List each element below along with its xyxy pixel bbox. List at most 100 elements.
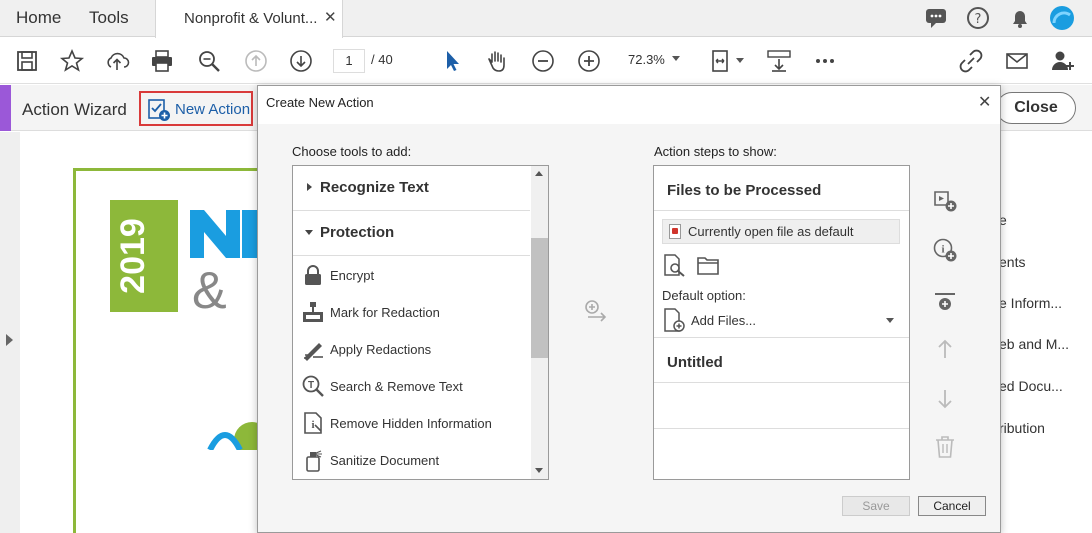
avatar[interactable]: [1050, 6, 1074, 30]
current-file-row[interactable]: Currently open file as default: [662, 219, 900, 244]
save-button[interactable]: Save: [842, 496, 910, 516]
scroll-up-icon[interactable]: [535, 171, 543, 176]
tab-document[interactable]: Nonprofit & Volunt... ✕: [155, 0, 343, 38]
tab-tools[interactable]: Tools: [89, 8, 129, 28]
delete-trash-icon[interactable]: [932, 434, 958, 460]
add-files-select[interactable]: Add Files...: [662, 307, 900, 333]
svg-text:2019: 2019: [114, 218, 152, 294]
zoom-chevron-down-icon[interactable]: [672, 56, 680, 61]
zoom-out-icon[interactable]: [196, 48, 222, 74]
section-label: Protection: [320, 224, 395, 241]
sanitize-icon: [306, 450, 322, 472]
pdf-file-icon: [669, 224, 681, 239]
tools-pane-item[interactable]: ents: [999, 254, 1025, 270]
bell-icon[interactable]: [1008, 6, 1032, 30]
tools-pane-item[interactable]: ed Docu...: [999, 378, 1063, 394]
hand-tool-icon[interactable]: [484, 48, 510, 74]
chevron-right-icon: [307, 183, 312, 191]
untitled-step-group[interactable]: Untitled: [654, 337, 909, 383]
move-down-icon[interactable]: [932, 386, 958, 412]
add-files-label: Add Files...: [691, 313, 757, 328]
current-file-label: Currently open file as default: [688, 224, 854, 239]
document-page: 2019 &: [20, 132, 273, 533]
add-user-icon[interactable]: [1050, 48, 1076, 74]
files-to-be-processed-header: Files to be Processed: [654, 166, 909, 211]
new-action-button[interactable]: New Action: [139, 91, 253, 126]
chevron-down-icon: [886, 318, 894, 323]
new-action-label: New Action: [175, 101, 251, 118]
tool-item-encrypt[interactable]: Encrypt: [293, 257, 530, 294]
tool-label: Apply Redactions: [330, 342, 432, 357]
tool-item-apply-redactions[interactable]: Apply Redactions: [293, 331, 530, 368]
dialog-titlebar: Create New Action ✕: [258, 86, 1000, 124]
svg-text:i: i: [311, 419, 314, 431]
page-fit-icon[interactable]: [708, 48, 734, 74]
left-panel-toggle[interactable]: [0, 132, 20, 533]
tab-bar: Home Tools Nonprofit & Volunt... ✕ ?: [0, 0, 1092, 38]
email-icon[interactable]: [1004, 48, 1030, 74]
action-steps-label: Action steps to show:: [654, 144, 777, 159]
document-cover-graphic: 2019 &: [110, 200, 260, 450]
tool-label: Sanitize Document: [330, 453, 440, 468]
add-step-arrow-icon[interactable]: [583, 298, 609, 324]
add-instruction-step-icon[interactable]: [932, 187, 958, 213]
default-option-label: Default option:: [662, 288, 746, 303]
cloud-upload-icon[interactable]: [104, 48, 130, 74]
dialog-close-icon[interactable]: ✕: [978, 92, 991, 112]
move-up-icon[interactable]: [932, 336, 958, 362]
tool-item-sanitize-document[interactable]: Sanitize Document: [293, 442, 530, 479]
scrollbar-thumb[interactable]: [531, 238, 548, 358]
tool-label: Mark for Redaction: [330, 305, 440, 320]
page-up-icon[interactable]: [243, 48, 269, 74]
print-icon[interactable]: [149, 48, 175, 74]
folder-icon[interactable]: [696, 253, 720, 277]
link-icon[interactable]: [958, 48, 984, 74]
files-header-label: Files to be Processed: [667, 182, 822, 199]
more-icon[interactable]: [812, 48, 838, 74]
page-down-icon[interactable]: [288, 48, 314, 74]
zoom-select[interactable]: 72.3%: [620, 49, 686, 73]
tools-list-scrollbar[interactable]: [531, 166, 548, 479]
tool-item-remove-hidden-information[interactable]: i Remove Hidden Information: [293, 405, 530, 442]
apply-redactions-icon: [304, 343, 323, 361]
close-button[interactable]: Close: [996, 92, 1076, 124]
wizard-title: Action Wizard: [22, 100, 127, 119]
add-info-icon[interactable]: i: [932, 237, 958, 263]
section-protection[interactable]: Protection: [293, 211, 530, 256]
save-icon[interactable]: [14, 48, 40, 74]
choose-tools-label: Choose tools to add:: [292, 144, 412, 159]
expand-arrow-icon: [6, 334, 13, 346]
redaction-mark-icon: [303, 302, 323, 322]
tool-item-search-remove-text[interactable]: T Search & Remove Text: [293, 368, 530, 405]
right-tools-pane: e ents e Inform... eb and M... ed Docu..…: [998, 132, 1092, 533]
star-icon[interactable]: [59, 48, 85, 74]
tools-pane-item[interactable]: e Inform...: [999, 295, 1062, 311]
untitled-label: Untitled: [667, 354, 723, 371]
tool-item-mark-for-redaction[interactable]: Mark for Redaction: [293, 294, 530, 331]
scroll-mode-icon[interactable]: [766, 48, 792, 74]
tab-home[interactable]: Home: [16, 8, 61, 28]
create-new-action-dialog: Create New Action ✕ Choose tools to add:…: [257, 85, 1001, 533]
section-label: Recognize Text: [320, 179, 429, 196]
remove-hidden-info-icon: i: [304, 412, 322, 434]
svg-text:&: &: [192, 262, 227, 320]
scroll-down-icon[interactable]: [535, 468, 543, 473]
add-panel-icon[interactable]: [932, 289, 958, 315]
browse-file-icon[interactable]: [662, 253, 686, 277]
page-total: / 40: [371, 52, 393, 67]
dialog-title: Create New Action: [266, 95, 374, 110]
section-recognize-text[interactable]: Recognize Text: [293, 166, 530, 211]
divider: [654, 428, 909, 429]
page-number-input[interactable]: 1: [333, 49, 365, 73]
comment-icon[interactable]: [924, 6, 948, 30]
zoom-plus-icon[interactable]: [576, 48, 602, 74]
help-icon[interactable]: ?: [966, 6, 990, 30]
lock-icon: [305, 265, 321, 285]
cancel-button[interactable]: Cancel: [918, 496, 986, 516]
select-cursor-icon[interactable]: [440, 48, 466, 74]
page-fit-chevron-down-icon[interactable]: [736, 58, 744, 63]
tools-pane-item[interactable]: eb and M...: [999, 336, 1069, 352]
tab-close-icon[interactable]: ✕: [324, 8, 337, 26]
tools-pane-item[interactable]: ribution: [999, 420, 1045, 436]
zoom-minus-icon[interactable]: [530, 48, 556, 74]
